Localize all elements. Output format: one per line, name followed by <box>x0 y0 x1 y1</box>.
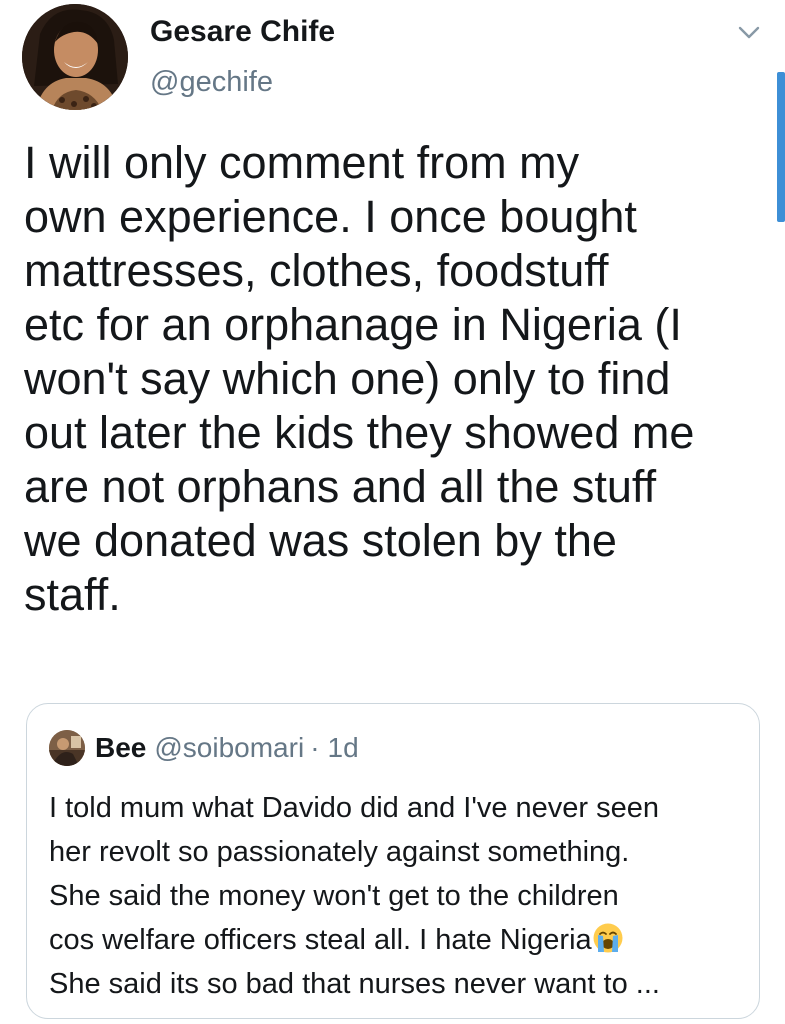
tweet-text-line: own experience. I once bought <box>24 191 637 242</box>
tweet-body: I will only comment from my own experien… <box>24 136 764 622</box>
quoted-text-line: She said the money won't get to the chil… <box>49 880 619 912</box>
quoted-author-handle[interactable]: @soibomari <box>154 732 304 764</box>
separator-dot: · <box>310 732 320 763</box>
quoted-tweet-timestamp[interactable]: 1d <box>328 732 359 764</box>
quoted-tweet-card[interactable]: Bee @soibomari · 1d I told mum what Davi… <box>26 703 760 1019</box>
quoted-text-line: She said its so bad that nurses never wa… <box>49 968 660 1000</box>
quoted-text-line: cos welfare officers steal all. I hate N… <box>49 918 749 962</box>
quoted-text-line: her revolt so passionately against somet… <box>49 836 630 868</box>
tweet-card: Gesare Chife @gechife I will only commen… <box>0 0 785 1024</box>
tweet-text-line: won't say which one) only to find <box>24 353 671 404</box>
scrollbar[interactable] <box>777 72 785 222</box>
tweet-text-line: etc for an orphanage in Nigeria (I <box>24 299 682 350</box>
loudly-crying-face-icon <box>592 922 624 954</box>
quoted-author-avatar[interactable] <box>49 730 85 766</box>
tweet-text-line: mattresses, clothes, foodstuff <box>24 245 609 296</box>
quoted-text-segment: cos welfare officers steal all. I hate N… <box>49 924 592 956</box>
quoted-tweet-header: Bee @soibomari · 1d <box>49 730 359 766</box>
quoted-tweet-body: I told mum what Davido did and I've neve… <box>49 786 749 1006</box>
tweet-text-line: we donated was stolen by the <box>24 515 617 566</box>
author-handle[interactable]: @gechife <box>150 66 273 99</box>
tweet-text-line: staff. <box>24 569 121 620</box>
quoted-author-name[interactable]: Bee <box>95 732 146 764</box>
tweet-text-line: out later the kids they showed me <box>24 407 695 458</box>
tweet-text-line: I will only comment from my <box>24 137 580 188</box>
author-display-name[interactable]: Gesare Chife <box>150 15 335 49</box>
author-avatar[interactable] <box>22 4 128 110</box>
chevron-down-icon[interactable] <box>735 18 763 46</box>
quoted-text-line: I told mum what Davido did and I've neve… <box>49 792 660 824</box>
tweet-text-line: are not orphans and all the stuff <box>24 461 657 512</box>
